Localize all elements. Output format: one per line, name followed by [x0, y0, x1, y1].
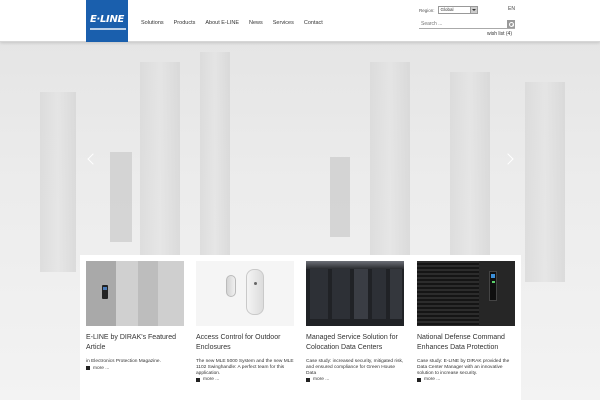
- card-text: Case study: increased security, mitigate…: [306, 359, 404, 376]
- lock-screen: [491, 274, 495, 278]
- search-input[interactable]: [421, 20, 501, 28]
- site-header: E·LINE Solutions Products About E-LINE N…: [0, 0, 600, 42]
- region-value: Global: [440, 7, 454, 12]
- nav-contact[interactable]: Contact: [304, 20, 323, 26]
- bullet-icon: [86, 366, 90, 371]
- card-reader: [246, 269, 264, 315]
- lock-led: [491, 281, 495, 283]
- nav-news[interactable]: News: [249, 20, 263, 26]
- bullet-icon: [417, 377, 421, 382]
- teaser-card[interactable]: Access Control for Outdoor Enclosures Th…: [196, 261, 294, 382]
- more-link[interactable]: more ...: [196, 377, 294, 382]
- wishlist-link[interactable]: wish list (4): [487, 31, 512, 37]
- logo-underline: [90, 28, 126, 30]
- card-image-lockers[interactable]: [86, 261, 184, 326]
- nav-solutions[interactable]: Solutions: [141, 20, 164, 26]
- hero-bg-rack: [40, 92, 76, 272]
- hero-bg-rack: [330, 157, 350, 237]
- server-rack: [310, 269, 328, 319]
- locker-screen: [103, 287, 107, 290]
- card-text: in Electronics Protection Magazine.: [86, 359, 161, 364]
- more-label: more ...: [203, 377, 220, 383]
- card-image-rack-lock[interactable]: [417, 261, 515, 326]
- teaser-cards: E-LINE by DIRAK's Featured Article in El…: [80, 255, 521, 400]
- more-link[interactable]: more ...: [417, 377, 515, 382]
- server-rack: [372, 269, 386, 319]
- main-navigation: Solutions Products About E-LINE News Ser…: [141, 20, 323, 26]
- more-label: more ...: [424, 377, 441, 383]
- search-box: [419, 20, 515, 29]
- language-switch[interactable]: EN: [508, 6, 515, 12]
- region-dropdown[interactable]: Global: [437, 6, 478, 14]
- card-text: The new MLE 5000 System and the new MLE …: [196, 359, 294, 376]
- ceiling-light: [306, 261, 404, 269]
- more-label: more ...: [93, 365, 110, 371]
- eline-logo[interactable]: E·LINE: [86, 0, 128, 42]
- server-rack: [390, 269, 402, 319]
- card-image-datacenter[interactable]: [306, 261, 404, 326]
- teaser-card[interactable]: Managed Service Solution for Colocation …: [306, 261, 404, 382]
- locker-panel: [158, 261, 184, 326]
- card-title[interactable]: E-LINE by DIRAK's Featured Article: [86, 333, 184, 357]
- hero-bg-rack: [110, 152, 132, 242]
- reader-led: [254, 282, 257, 285]
- dropdown-arrow-icon: [469, 7, 477, 13]
- more-link[interactable]: more ...: [306, 377, 404, 382]
- search-icon[interactable]: [507, 20, 515, 28]
- card-title[interactable]: National Defense Command Enhances Data P…: [417, 333, 515, 357]
- bullet-icon: [196, 377, 200, 382]
- hero-bg-rack: [525, 82, 565, 282]
- card-title[interactable]: Managed Service Solution for Colocation …: [306, 333, 404, 357]
- teaser-card[interactable]: National Defense Command Enhances Data P…: [417, 261, 515, 382]
- nav-about[interactable]: About E-LINE: [205, 20, 239, 26]
- bullet-icon: [306, 377, 310, 382]
- card-image-reader[interactable]: [196, 261, 294, 326]
- card-title[interactable]: Access Control for Outdoor Enclosures: [196, 333, 294, 357]
- chevron-right-icon[interactable]: [504, 152, 516, 168]
- nav-products[interactable]: Products: [174, 20, 196, 26]
- region-label: Region:: [419, 7, 435, 13]
- more-link[interactable]: more ...: [86, 366, 184, 371]
- locker-panel: [138, 261, 158, 326]
- nav-services[interactable]: Services: [273, 20, 294, 26]
- locker-panel: [86, 261, 116, 326]
- handle-knob: [226, 275, 236, 297]
- locker-panel: [116, 261, 138, 326]
- server-rack: [332, 269, 350, 319]
- chevron-left-icon[interactable]: [86, 152, 98, 168]
- teaser-card[interactable]: E-LINE by DIRAK's Featured Article in El…: [86, 261, 184, 371]
- server-rack: [354, 269, 368, 319]
- region-selector: Region: Global: [419, 6, 478, 14]
- more-label: more ...: [313, 377, 330, 383]
- rack-slats: [417, 261, 479, 326]
- rack-door: [479, 261, 515, 326]
- logo-text: E·LINE: [89, 14, 125, 25]
- card-text: Case study: E-LINE by DIRAK provided the…: [417, 359, 510, 376]
